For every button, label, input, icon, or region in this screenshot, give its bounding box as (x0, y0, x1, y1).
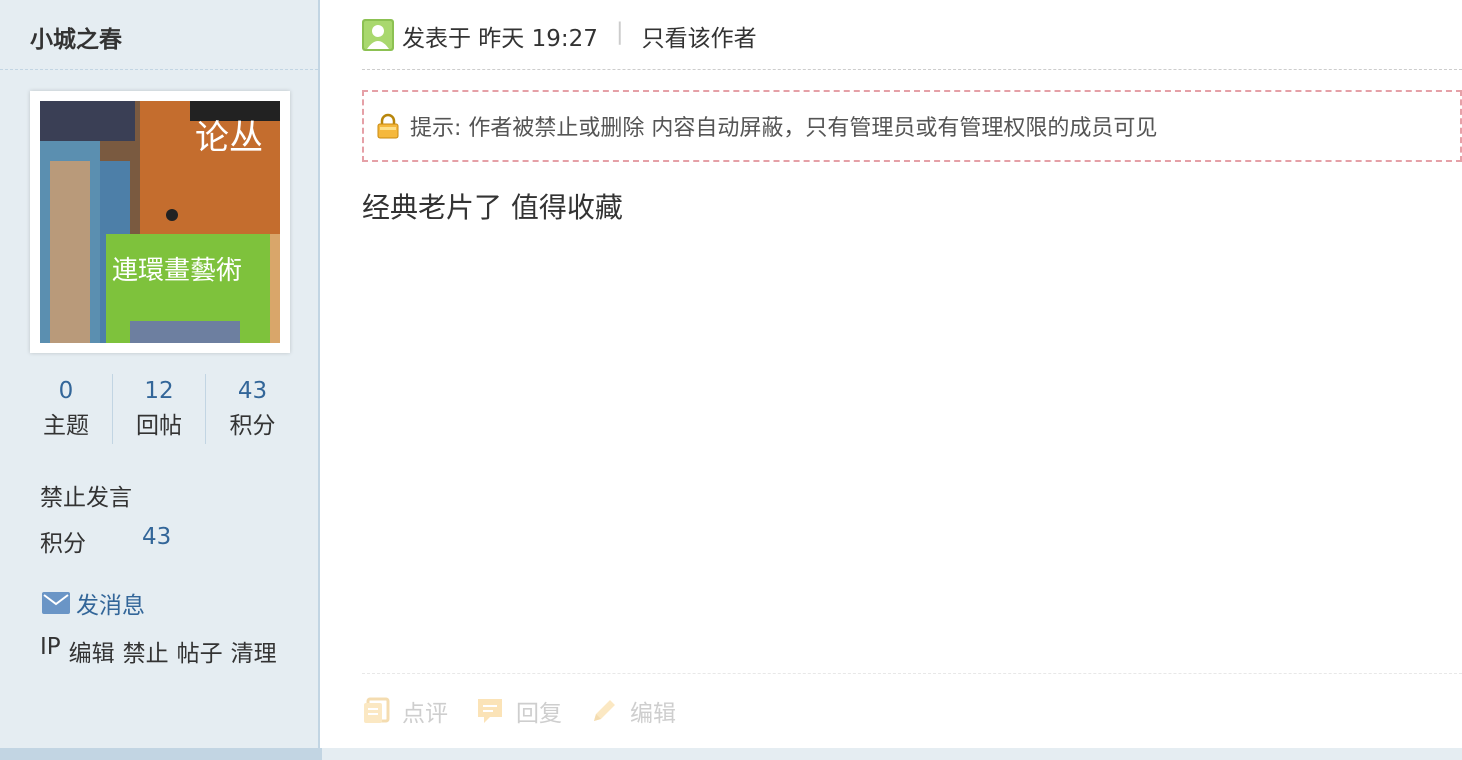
admin-posts-link[interactable]: 帖子 (177, 634, 223, 668)
post-actions: 点评 回复 编辑 (362, 694, 704, 728)
svg-text:论丛: 论丛 (195, 118, 263, 158)
admin-links: IP 编辑 禁止 帖子 清理 (40, 634, 277, 668)
credits-value: 43 (142, 524, 172, 550)
blocked-notice: 提示: 作者被禁止或删除 内容自动屏蔽，只有管理员或有管理权限的成员可见 (362, 90, 1462, 162)
author-name[interactable]: 小城之春 (0, 0, 318, 70)
post-content-area: 发表于 昨天 19:27 | 只看该作者 提示: 作者被禁止或删除 内容自动屏蔽… (362, 0, 1462, 748)
user-online-icon (362, 19, 394, 51)
comment-button[interactable]: 点评 (362, 694, 448, 728)
edit-button[interactable]: 编辑 (590, 694, 676, 728)
stat-threads-label: 主题 (43, 413, 89, 439)
envelope-icon (42, 592, 70, 614)
actions-divider (362, 673, 1462, 674)
stat-replies[interactable]: 12 回帖 (113, 374, 206, 444)
comment-label: 点评 (402, 701, 448, 727)
stat-threads-value: 0 (58, 378, 74, 404)
credits-row: 积分 43 (40, 524, 171, 558)
svg-text:連環畫藝術: 連環畫藝術 (112, 256, 242, 286)
edit-label: 编辑 (630, 701, 676, 727)
post-meta: 发表于 昨天 19:27 | 只看该作者 (362, 0, 1462, 70)
avatar[interactable]: 论丛 連環畫藝術 (30, 91, 290, 353)
admin-ban-link[interactable]: 禁止 (123, 634, 169, 668)
admin-edit-link[interactable]: 编辑 (69, 634, 115, 668)
stat-threads[interactable]: 0 主题 (20, 374, 113, 444)
post-bottom-bar (0, 748, 1462, 760)
sidebar-bottom-bar (0, 748, 322, 760)
comment-icon (364, 697, 390, 723)
stat-replies-value: 12 (144, 378, 174, 404)
avatar-image: 论丛 連環畫藝術 (40, 101, 280, 343)
send-message-link[interactable]: 发消息 (42, 586, 145, 620)
author-stats: 0 主题 12 回帖 43 积分 (20, 374, 300, 444)
stat-replies-label: 回帖 (136, 413, 182, 439)
author-sidebar: 小城之春 论丛 連環畫藝術 0 主题 12 回帖 43 积分 禁止发言 积分 4… (0, 0, 320, 748)
user-group: 禁止发言 (40, 485, 132, 511)
post-body: 经典老片了 值得收藏 (362, 191, 623, 224)
lock-icon (377, 113, 399, 139)
stat-credits-value: 43 (237, 378, 268, 404)
notice-text: 提示: 作者被禁止或删除 内容自动屏蔽，只有管理员或有管理权限的成员可见 (410, 116, 1158, 141)
reply-icon (478, 699, 502, 723)
post-time: 发表于 昨天 19:27 (402, 26, 598, 52)
reply-label: 回复 (516, 701, 562, 727)
admin-ip-link[interactable]: IP (40, 634, 61, 668)
stat-credits[interactable]: 43 积分 (206, 374, 299, 444)
admin-clean-link[interactable]: 清理 (231, 634, 277, 668)
only-author-link[interactable]: 只看该作者 (642, 19, 757, 53)
stat-credits-label: 积分 (229, 413, 276, 439)
meta-separator: | (615, 19, 624, 45)
send-message-label: 发消息 (76, 593, 145, 619)
credits-label: 积分 (40, 531, 86, 557)
reply-button[interactable]: 回复 (476, 694, 562, 728)
pencil-icon (594, 700, 615, 721)
